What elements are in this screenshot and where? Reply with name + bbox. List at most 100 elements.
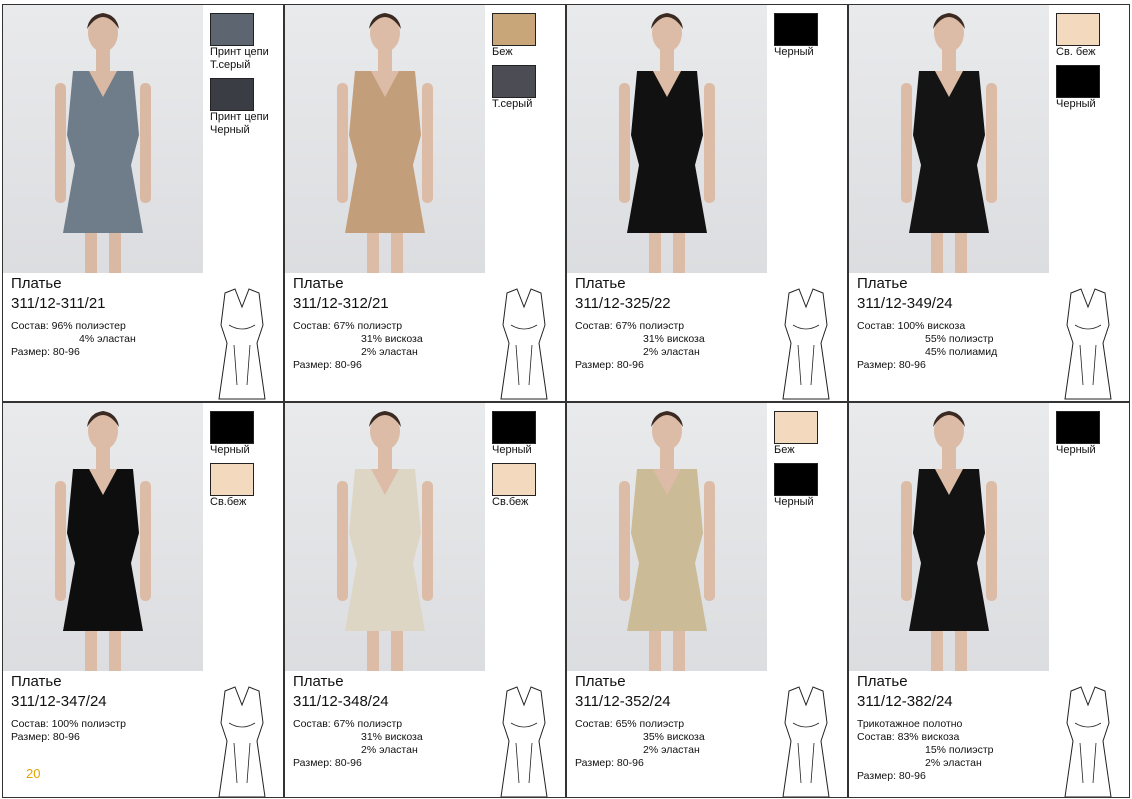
model-figure <box>337 13 433 273</box>
composition-line: 31% вискоза <box>361 731 423 743</box>
color-swatch[interactable]: Св.беж <box>492 463 565 509</box>
composition-line: 31% вискоза <box>361 333 423 345</box>
composition-line: 2% эластан <box>643 744 700 756</box>
composition: Трикотажное полотно Состав: 83% вискоза 15… <box>857 718 993 783</box>
swatch-label: Беж <box>774 444 795 456</box>
swatch-chip <box>1056 65 1100 98</box>
size-range: Размер: 80-96 <box>857 359 926 371</box>
product-card[interactable]: Черный Св.беж Платье 311/12-348/24 Состав: 6… <box>284 402 566 798</box>
model-figure <box>619 13 715 273</box>
product-card[interactable]: Беж Т.серый Платье 311/12-312/21 Состав: 67%… <box>284 4 566 402</box>
model-figure <box>901 13 997 273</box>
color-swatch[interactable]: Беж <box>492 13 565 59</box>
composition: Состав: 96% полиэстер 4% эластан Размер: 8… <box>11 320 136 359</box>
page-number: 20 <box>26 766 41 781</box>
composition-line: 4% эластан <box>79 333 136 345</box>
product-code: 311/12-348/24 <box>293 693 389 710</box>
product-title: Платье <box>857 275 908 292</box>
composition: Состав: 67% полиэстр 31% вискоза 2% эласта… <box>293 718 423 770</box>
model-figure <box>55 411 151 671</box>
color-swatches: Черный Св.беж <box>210 411 283 515</box>
model-photo <box>3 5 203 273</box>
model-photo <box>567 5 767 273</box>
composition: Состав: 67% полиэстр 31% вискоза 2% эласта… <box>575 320 705 372</box>
product-title: Платье <box>575 673 626 690</box>
swatch-label: Св.беж <box>492 496 529 508</box>
color-swatch[interactable]: Черный <box>210 411 283 457</box>
model-figure <box>901 411 997 671</box>
model-photo <box>285 5 485 273</box>
composition-line: Состав: 83% вискоза <box>857 731 960 743</box>
composition: Состав: 100% вискоза 55% полиэстр 45% поли… <box>857 320 997 372</box>
swatch-label: Черный <box>1056 444 1096 456</box>
swatch-chip <box>774 411 818 444</box>
product-code: 311/12-312/21 <box>293 295 389 312</box>
product-card[interactable]: Черный Платье 311/12-325/22 Состав: 67% пол… <box>566 4 848 402</box>
size-range: Размер: 80-96 <box>293 359 362 371</box>
color-swatches: Принт цепи Т.серый Принт цепи Черный <box>210 13 283 143</box>
composition: Состав: 65% полиэстр 35% вискоза 2% эласта… <box>575 718 705 770</box>
technical-sketch <box>218 686 266 797</box>
model-figure <box>337 411 433 671</box>
product-title: Платье <box>575 275 626 292</box>
model-photo <box>285 403 485 671</box>
color-swatch[interactable]: Черный <box>1056 411 1129 457</box>
color-swatch[interactable]: Принт цепи Т.серый <box>210 13 283 72</box>
technical-sketch <box>1064 686 1112 797</box>
color-swatch[interactable]: Черный <box>1056 65 1129 111</box>
product-title: Платье <box>11 673 62 690</box>
product-title: Платье <box>11 275 62 292</box>
technical-sketch <box>500 288 548 400</box>
color-swatches: Черный Св.беж <box>492 411 565 515</box>
product-card[interactable]: Св. беж Черный Платье 311/12-349/24 Состав: … <box>848 4 1130 402</box>
product-card[interactable]: Черный Св.беж Платье 311/12-347/24 Состав: 1… <box>2 402 284 798</box>
product-card[interactable]: Беж Черный Платье 311/12-352/24 Состав: 65% … <box>566 402 848 798</box>
composition-line: 2% эластан <box>361 346 418 358</box>
swatch-label: Принт цепи Т.серый <box>210 46 269 71</box>
swatch-label: Черный <box>774 46 814 58</box>
composition-line: 45% полиамид <box>925 346 998 358</box>
product-card[interactable]: Черный Платье 311/12-382/24 Трикотажное пол… <box>848 402 1130 798</box>
product-title: Платье <box>293 673 344 690</box>
composition: Состав: 67% полиэстр 31% вискоза 2% эласта… <box>293 320 423 372</box>
composition-line: 31% вискоза <box>643 333 705 345</box>
swatch-chip <box>492 411 536 444</box>
color-swatch[interactable]: Св. беж <box>1056 13 1129 59</box>
color-swatch[interactable]: Т.серый <box>492 65 565 111</box>
model-photo <box>3 403 203 671</box>
product-card[interactable]: Принт цепи Т.серый Принт цепи Черный Плать… <box>2 4 284 402</box>
composition: Состав: 100% полиэстр Размер: 80-96 <box>11 718 126 744</box>
swatch-chip <box>492 463 536 496</box>
composition-line: Состав: 67% полиэстр <box>293 320 403 332</box>
composition-line: 2% эластан <box>643 346 700 358</box>
technical-sketch <box>782 288 830 400</box>
size-range: Размер: 80-96 <box>857 770 926 782</box>
color-swatches: Черный <box>774 13 847 65</box>
model-figure <box>619 411 715 671</box>
composition-line: Трикотажное полотно <box>857 718 963 730</box>
color-swatch[interactable]: Черный <box>492 411 565 457</box>
composition-line: Состав: 100% вискоза <box>857 320 966 332</box>
product-title: Платье <box>857 673 908 690</box>
size-range: Размер: 80-96 <box>575 359 644 371</box>
composition-line: Состав: 96% полиэстер <box>11 320 126 332</box>
technical-sketch <box>500 686 548 797</box>
color-swatch[interactable]: Беж <box>774 411 847 457</box>
color-swatch[interactable]: Черный <box>774 13 847 59</box>
size-range: Размер: 80-96 <box>11 731 80 743</box>
swatch-chip <box>210 463 254 496</box>
product-code: 311/12-311/21 <box>11 295 106 312</box>
color-swatch[interactable]: Св.беж <box>210 463 283 509</box>
color-swatch[interactable]: Черный <box>774 463 847 509</box>
swatch-chip <box>492 13 536 46</box>
model-photo <box>849 403 1049 671</box>
product-code: 311/12-325/22 <box>575 295 671 312</box>
color-swatch[interactable]: Принт цепи Черный <box>210 78 283 137</box>
composition-line: 2% эластан <box>925 757 982 769</box>
swatch-chip <box>774 13 818 46</box>
product-code: 311/12-347/24 <box>11 693 107 710</box>
swatch-chip <box>492 65 536 98</box>
model-figure <box>55 13 151 273</box>
model-photo <box>567 403 767 671</box>
swatch-label: Св.беж <box>210 496 247 508</box>
